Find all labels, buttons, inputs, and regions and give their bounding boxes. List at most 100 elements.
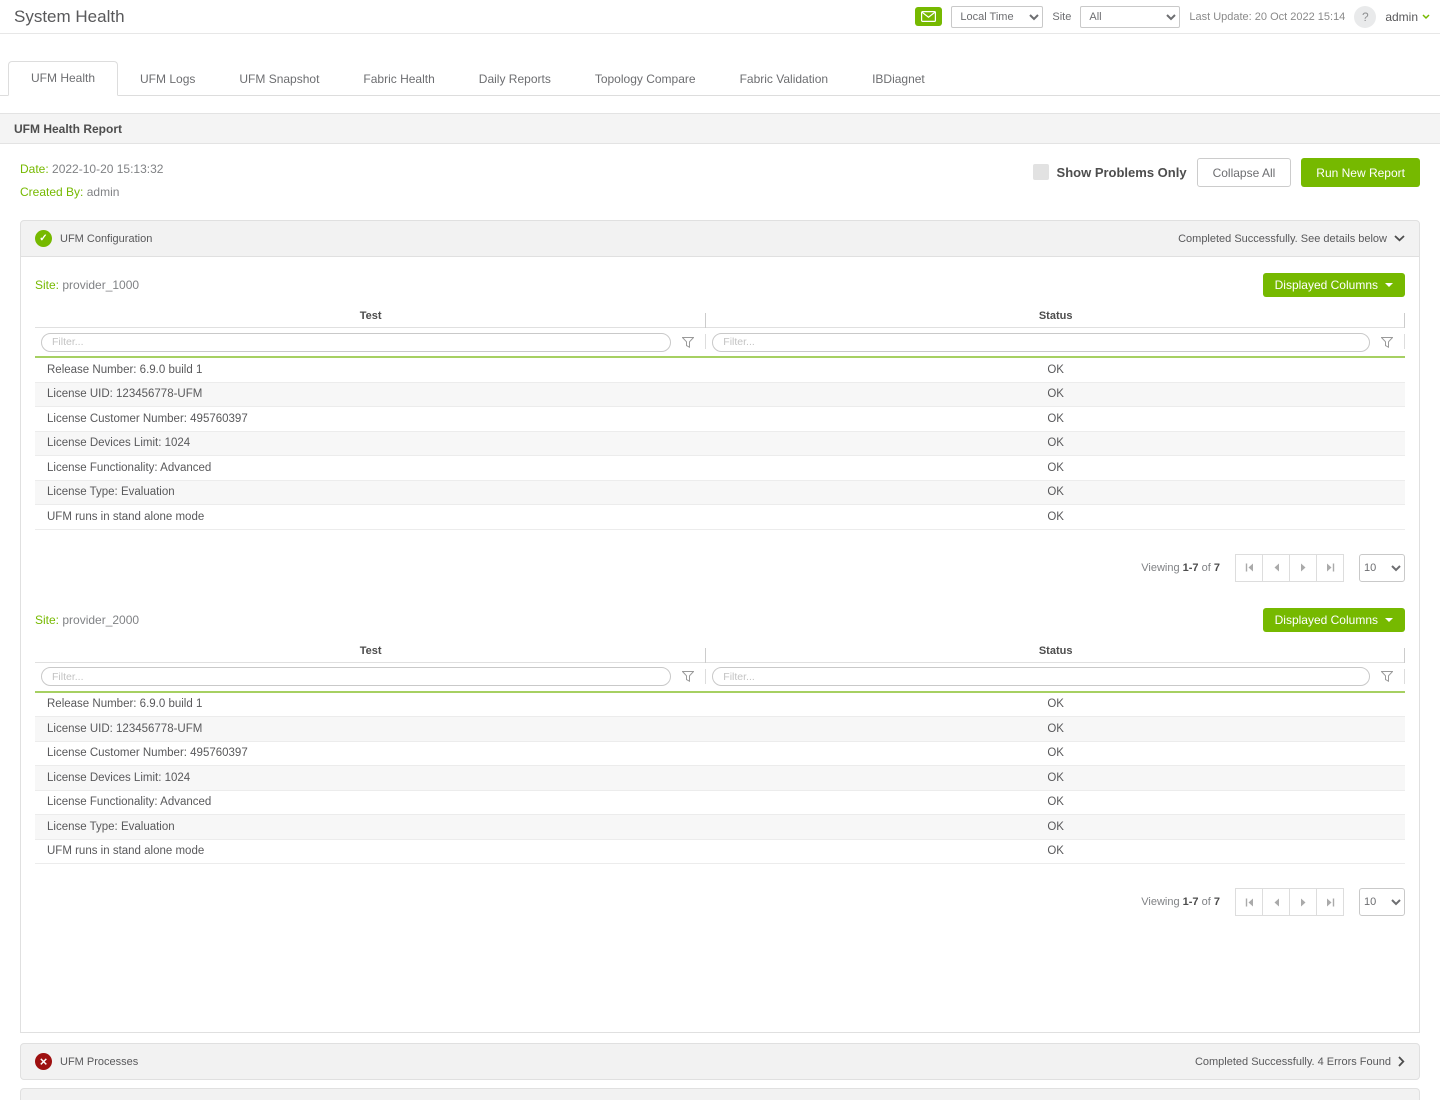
page-title: System Health	[14, 7, 125, 27]
report-meta-row: Date: 2022-10-20 15:13:32 Created By: ad…	[20, 158, 1420, 204]
created-by-value: admin	[87, 185, 120, 199]
help-icon[interactable]: ?	[1354, 6, 1376, 28]
column-header-status: Status	[706, 645, 1405, 657]
status-cell: OK	[706, 364, 1405, 376]
test-filter-input[interactable]	[41, 333, 671, 352]
page-size-select[interactable]: 10	[1359, 888, 1405, 916]
report-date-line: Date: 2022-10-20 15:13:32	[20, 158, 163, 181]
tab-ufm-snapshot[interactable]: UFM Snapshot	[217, 63, 341, 96]
site-section-provider-2000: Site: provider_2000 Displayed Columns Te…	[35, 608, 1405, 917]
page-size-select[interactable]: 10	[1359, 554, 1405, 582]
time-mode-select[interactable]: Local Time	[951, 6, 1043, 28]
table-row[interactable]: License Type: EvaluationOK	[35, 815, 1405, 840]
pager-buttons	[1235, 554, 1344, 582]
test-filter-input[interactable]	[41, 667, 671, 686]
test-cell: UFM runs in stand alone mode	[35, 511, 706, 523]
table-row[interactable]: UFM runs in stand alone modeOK	[35, 840, 1405, 865]
report-created-by-line: Created By: admin	[20, 181, 163, 204]
first-page-button[interactable]	[1235, 888, 1263, 916]
tab-topology-compare[interactable]: Topology Compare	[573, 63, 718, 96]
tab-daily-reports[interactable]: Daily Reports	[457, 63, 573, 96]
health-table: Test Status	[35, 305, 1405, 530]
filter-funnel-icon[interactable]	[682, 337, 694, 348]
table-row[interactable]: License UID: 123456778-UFMOK	[35, 383, 1405, 408]
filter-funnel-icon[interactable]	[1381, 671, 1393, 682]
date-label: Date:	[20, 162, 49, 176]
prev-page-button[interactable]	[1262, 888, 1290, 916]
next-panel-partial	[20, 1088, 1420, 1100]
site-label: Site:	[35, 613, 59, 627]
test-cell: License UID: 123456778-UFM	[35, 388, 706, 400]
collapse-all-button[interactable]: Collapse All	[1197, 158, 1292, 187]
run-new-report-button[interactable]: Run New Report	[1301, 158, 1420, 187]
status-cell: OK	[706, 845, 1405, 857]
displayed-columns-button[interactable]: Displayed Columns	[1263, 608, 1405, 632]
table-row[interactable]: License Functionality: AdvancedOK	[35, 456, 1405, 481]
panel-ufm-configuration: ✓ UFM Configuration Completed Successful…	[20, 220, 1420, 1033]
tab-ibdiagnet[interactable]: IBDiagnet	[850, 63, 947, 96]
status-filter-input[interactable]	[712, 667, 1370, 686]
filter-cell-test	[35, 663, 706, 691]
user-menu[interactable]: admin	[1385, 10, 1430, 24]
table-row[interactable]: Release Number: 6.9.0 build 1OK	[35, 693, 1405, 718]
displayed-columns-label: Displayed Columns	[1275, 613, 1378, 627]
viewing-text: Viewing 1-7 of 7	[1141, 562, 1220, 574]
last-page-button[interactable]	[1316, 888, 1344, 916]
caret-down-icon	[1385, 283, 1393, 287]
success-check-icon: ✓	[35, 230, 52, 247]
panel-ufm-configuration-body: Site: provider_1000 Displayed Columns Te…	[20, 257, 1420, 1033]
site-label: Site	[1052, 11, 1071, 23]
site-label: Site:	[35, 278, 59, 292]
next-page-button[interactable]	[1289, 554, 1317, 582]
tab-ufm-health[interactable]: UFM Health	[8, 61, 118, 96]
show-problems-only-checkbox[interactable]	[1033, 164, 1049, 180]
table-row[interactable]: License Type: EvaluationOK	[35, 481, 1405, 506]
site-select[interactable]: All	[1080, 6, 1180, 28]
panel-ufm-processes: × UFM Processes Completed Successfully. …	[20, 1043, 1420, 1080]
panel-ufm-processes-header[interactable]: × UFM Processes Completed Successfully. …	[20, 1043, 1420, 1080]
main-content: Date: 2022-10-20 15:13:32 Created By: ad…	[0, 158, 1440, 1080]
prev-page-button[interactable]	[1262, 554, 1290, 582]
table-row[interactable]: License Devices Limit: 1024OK	[35, 766, 1405, 791]
test-cell: License Type: Evaluation	[35, 821, 706, 833]
table-row[interactable]: License Devices Limit: 1024OK	[35, 432, 1405, 457]
filter-funnel-icon[interactable]	[1381, 337, 1393, 348]
table-row[interactable]: Release Number: 6.9.0 build 1OK	[35, 358, 1405, 383]
status-cell: OK	[706, 413, 1405, 425]
status-filter-input[interactable]	[712, 333, 1370, 352]
chevron-down-icon	[1422, 14, 1430, 20]
site-name: provider_1000	[62, 278, 139, 292]
test-cell: License UID: 123456778-UFM	[35, 723, 706, 735]
mail-icon[interactable]	[915, 7, 942, 26]
table-row[interactable]: License Functionality: AdvancedOK	[35, 791, 1405, 816]
first-page-button[interactable]	[1235, 554, 1263, 582]
displayed-columns-label: Displayed Columns	[1275, 278, 1378, 292]
next-page-button[interactable]	[1289, 888, 1317, 916]
table-header-row: Test Status	[35, 640, 1405, 663]
panel-status-text: Completed Successfully. 4 Errors Found	[1195, 1056, 1391, 1068]
tab-fabric-health[interactable]: Fabric Health	[341, 63, 456, 96]
tab-ufm-logs[interactable]: UFM Logs	[118, 63, 217, 96]
filter-funnel-icon[interactable]	[682, 671, 694, 682]
test-cell: License Customer Number: 495760397	[35, 413, 706, 425]
status-cell: OK	[706, 437, 1405, 449]
created-by-label: Created By:	[20, 185, 83, 199]
table-row[interactable]: License Customer Number: 495760397OK	[35, 407, 1405, 432]
tab-fabric-validation[interactable]: Fabric Validation	[718, 63, 851, 96]
table-header-row: Test Status	[35, 305, 1405, 328]
filter-row	[35, 328, 1405, 356]
status-cell: OK	[706, 462, 1405, 474]
panel-ufm-configuration-header[interactable]: ✓ UFM Configuration Completed Successful…	[20, 220, 1420, 257]
filter-cell-status	[706, 663, 1405, 691]
test-cell: License Devices Limit: 1024	[35, 772, 706, 784]
report-title-bar: UFM Health Report	[0, 113, 1440, 144]
test-cell: License Devices Limit: 1024	[35, 437, 706, 449]
last-page-button[interactable]	[1316, 554, 1344, 582]
table-row[interactable]: License Customer Number: 495760397OK	[35, 742, 1405, 767]
test-cell: License Type: Evaluation	[35, 486, 706, 498]
table-row[interactable]: License UID: 123456778-UFMOK	[35, 717, 1405, 742]
last-update-text: Last Update: 20 Oct 2022 15:14	[1189, 11, 1345, 23]
displayed-columns-button[interactable]: Displayed Columns	[1263, 273, 1405, 297]
table-row[interactable]: UFM runs in stand alone modeOK	[35, 505, 1405, 530]
chevron-right-icon	[1398, 1056, 1405, 1067]
